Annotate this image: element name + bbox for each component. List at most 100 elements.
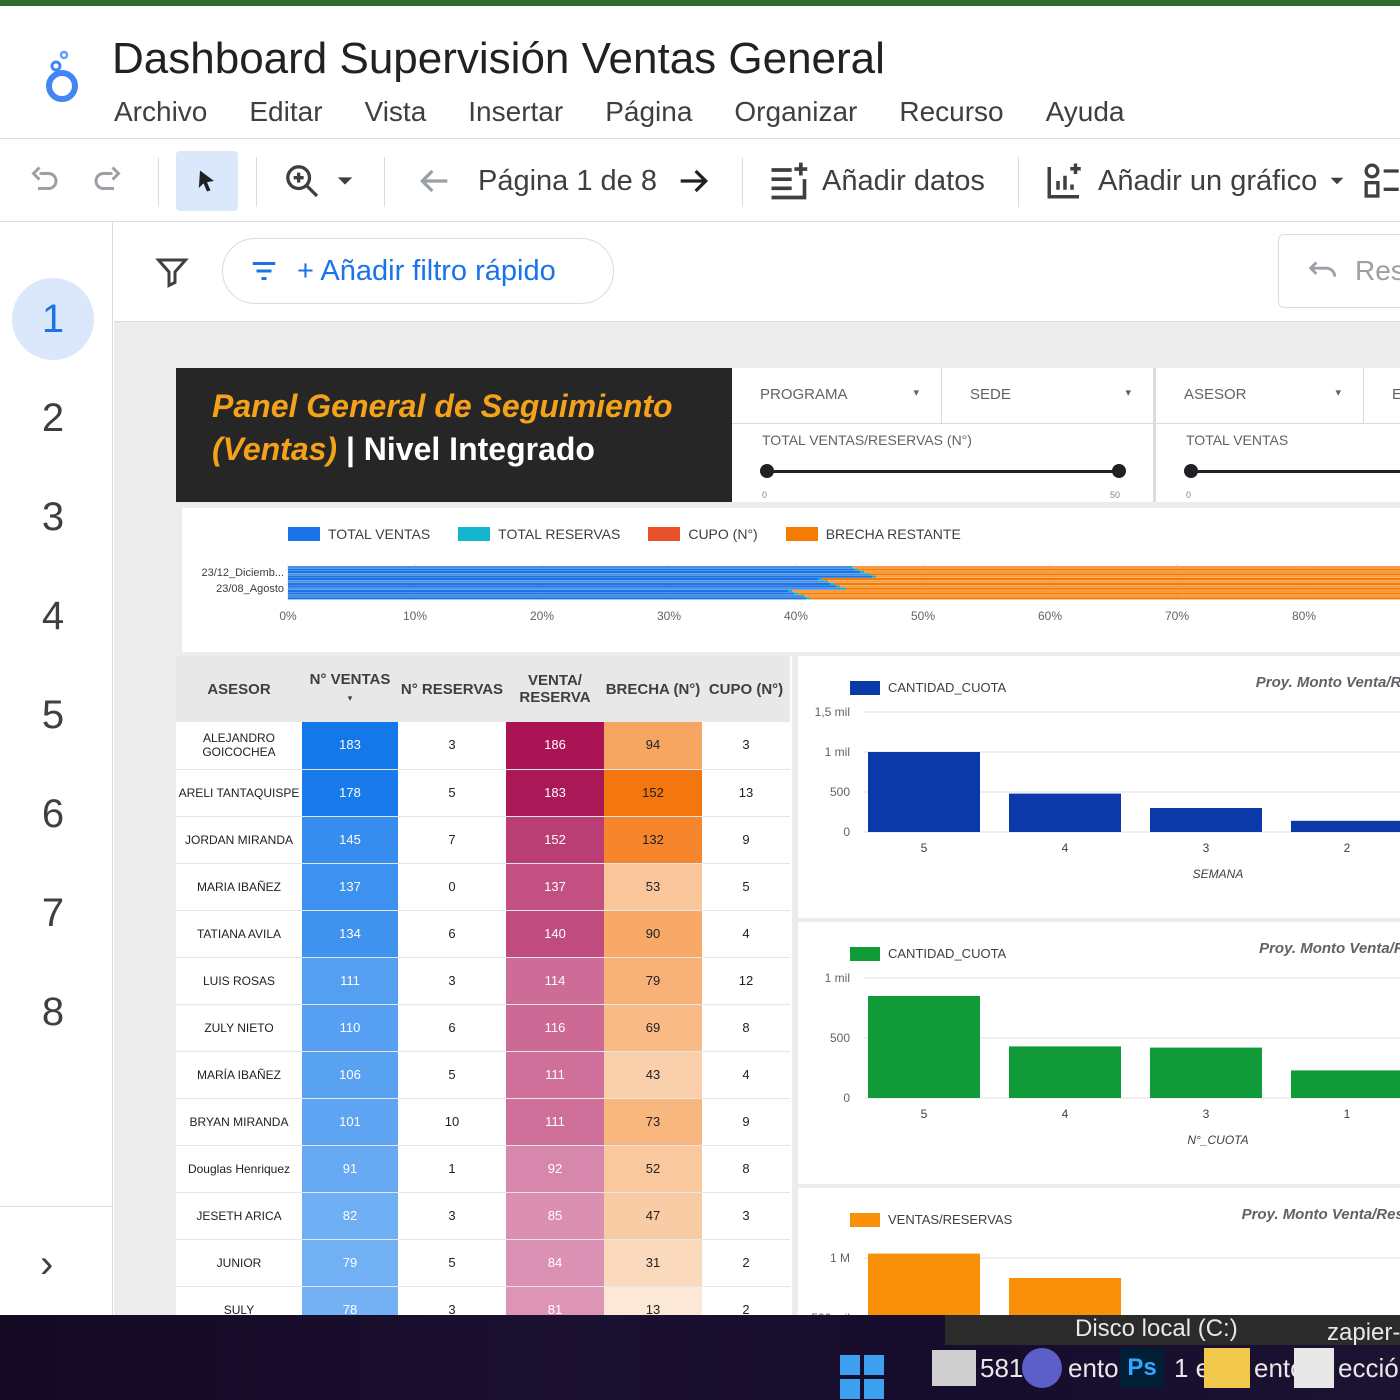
hbar-segment-ventas[interactable]	[288, 587, 842, 590]
hbar-segment-reservas[interactable]	[854, 568, 858, 571]
menu-organizar[interactable]: Organizar	[734, 96, 857, 128]
hbar-segment-brecha[interactable]	[810, 597, 1400, 600]
page-tab-2[interactable]: 2	[12, 377, 94, 459]
expand-rail-chevron-icon[interactable]: ›	[40, 1242, 53, 1287]
hbar-segment-ventas[interactable]	[288, 573, 866, 576]
table-row[interactable]: TATIANA AVILA 134 6 140 90 4	[176, 910, 790, 958]
hbar-segment-reservas[interactable]	[842, 587, 846, 590]
hbar-segment-reservas[interactable]	[788, 590, 792, 593]
bar[interactable]	[868, 752, 980, 832]
menu-archivo[interactable]: Archivo	[114, 96, 207, 128]
add-data-button[interactable]: Añadir datos	[766, 139, 985, 223]
page-tab-8[interactable]: 8	[12, 971, 94, 1053]
hbar-segment-ventas[interactable]	[288, 592, 794, 595]
table-row[interactable]: ZULY NIETO 110 6 116 69 8	[176, 1004, 790, 1052]
add-quick-filter-button[interactable]: + Añadir filtro rápido	[222, 238, 614, 304]
looker-studio-logo-icon[interactable]	[36, 46, 86, 106]
hbar-segment-ventas[interactable]	[288, 585, 836, 588]
bar[interactable]	[1291, 1070, 1400, 1098]
page-tab-3[interactable]: 3	[12, 476, 94, 558]
redo-button[interactable]	[90, 139, 126, 223]
hbar-segment-reservas[interactable]	[830, 582, 834, 585]
hbar-segment-brecha[interactable]	[792, 590, 1400, 593]
hbar-segment-reservas[interactable]	[818, 578, 822, 581]
hbar-segment-reservas[interactable]	[794, 592, 798, 595]
hbar-segment-ventas[interactable]	[288, 578, 818, 581]
menu-vista[interactable]: Vista	[365, 96, 427, 128]
reset-button[interactable]: Res	[1278, 234, 1400, 308]
menu-editar[interactable]: Editar	[249, 96, 322, 128]
slider2-min-handle[interactable]	[1184, 464, 1198, 478]
table-row[interactable]: LUIS ROSAS 111 3 114 79 12	[176, 957, 790, 1005]
hbar-segment-reservas[interactable]	[836, 585, 840, 588]
bar[interactable]	[1009, 1046, 1121, 1098]
hbar-segment-ventas[interactable]	[288, 594, 800, 597]
hbar-segment-brecha[interactable]	[840, 585, 1400, 588]
col-header-asesor[interactable]: ASESOR	[176, 656, 302, 722]
zoom-button[interactable]	[282, 139, 354, 223]
hbar-segment-ventas[interactable]	[288, 590, 788, 593]
next-page-button[interactable]	[674, 139, 714, 223]
previous-page-button[interactable]	[414, 139, 454, 223]
bar[interactable]	[1009, 1278, 1121, 1315]
col-header-venta-reserva[interactable]: VENTA/ RESERVA	[506, 656, 604, 722]
page-tab-1[interactable]: 1	[12, 278, 94, 360]
page-tab-4[interactable]: 4	[12, 575, 94, 657]
bar[interactable]	[868, 1253, 980, 1315]
select-tool-button[interactable]	[176, 151, 238, 211]
page-tab-7[interactable]: 7	[12, 872, 94, 954]
taskbar-app-1[interactable]: 581	[932, 1345, 1023, 1391]
asesor-dropdown[interactable]: ASESOR ▾	[1154, 368, 1364, 424]
hbar-segment-reservas[interactable]	[824, 580, 828, 583]
hbar-segment-brecha[interactable]	[822, 578, 1400, 581]
hbar-segment-brecha[interactable]	[876, 575, 1400, 578]
hbar-segment-ventas[interactable]	[288, 575, 872, 578]
taskbar-app-2[interactable]: ento	[1022, 1345, 1119, 1391]
hbar-segment-reservas[interactable]	[806, 597, 810, 600]
hbar-segment-ventas[interactable]	[288, 582, 830, 585]
total-ventas-reservas-slider[interactable]: TOTAL VENTAS/RESERVAS (N°) 0 50	[732, 424, 1154, 502]
col-header-cupo[interactable]: CUPO (N°)	[702, 656, 790, 722]
total-ventas-slider[interactable]: TOTAL VENTAS 0	[1154, 424, 1400, 502]
table-row[interactable]: JESETH ARICA 82 3 85 47 3	[176, 1192, 790, 1240]
taskbar-app-3[interactable]: Ps	[1120, 1345, 1164, 1391]
table-row[interactable]: JORDAN MIRANDA 145 7 152 132 9	[176, 816, 790, 864]
table-row[interactable]: MARIA IBAÑEZ 137 0 137 53 5	[176, 863, 790, 911]
programa-dropdown[interactable]: PROGRAMA ▾	[732, 368, 942, 424]
table-row[interactable]: SULY 78 3 81 13 2	[176, 1286, 790, 1315]
hbar-segment-brecha[interactable]	[870, 573, 1400, 576]
undo-button[interactable]	[26, 139, 62, 223]
hbar-segment-brecha[interactable]	[834, 582, 1400, 585]
menu-pagina[interactable]: Página	[605, 96, 692, 128]
menu-insertar[interactable]: Insertar	[468, 96, 563, 128]
slider1-min-handle[interactable]	[760, 464, 774, 478]
menu-ayuda[interactable]: Ayuda	[1046, 96, 1125, 128]
hbar-segment-reservas[interactable]	[872, 575, 876, 578]
table-row[interactable]: BRYAN MIRANDA 101 10 111 73 9	[176, 1098, 790, 1146]
hbar-segment-brecha[interactable]	[804, 594, 1400, 597]
hbar-segment-brecha[interactable]	[858, 568, 1400, 571]
menu-recurso[interactable]: Recurso	[899, 96, 1003, 128]
add-control-button[interactable]	[1362, 139, 1400, 223]
windows-start-icon[interactable]	[838, 1353, 886, 1400]
bar[interactable]	[1009, 793, 1121, 832]
table-row[interactable]: MARÍA IBAÑEZ 106 5 111 43 4	[176, 1051, 790, 1099]
taskbar-app-5[interactable]: ento	[1204, 1345, 1305, 1391]
col-header-brecha[interactable]: BRECHA (N°)	[604, 656, 702, 722]
col-header-ventas[interactable]: N° VENTAS ▾	[302, 656, 398, 722]
hbar-segment-ventas[interactable]	[288, 568, 854, 571]
table-row[interactable]: Douglas Henriquez 91 1 92 52 8	[176, 1145, 790, 1193]
add-chart-button[interactable]: Añadir un gráfico	[1044, 139, 1345, 223]
sede-dropdown[interactable]: SEDE ▾	[942, 368, 1154, 424]
bar[interactable]	[1291, 820, 1400, 832]
bar[interactable]	[1150, 808, 1262, 832]
bar[interactable]	[868, 996, 980, 1098]
explorer-window-strip[interactable]: Disco local (C:) zapier-	[945, 1315, 1400, 1346]
table-row[interactable]: ARELI TANTAQUISPE 178 5 183 152 13	[176, 769, 790, 817]
bar[interactable]	[1150, 1047, 1262, 1098]
hbar-segment-brecha[interactable]	[864, 570, 1400, 573]
extra-dropdown[interactable]: E	[1364, 368, 1400, 424]
hbar-segment-reservas[interactable]	[800, 594, 804, 597]
hbar-segment-brecha[interactable]	[798, 592, 1400, 595]
col-header-reservas[interactable]: N° RESERVAS	[398, 656, 506, 722]
